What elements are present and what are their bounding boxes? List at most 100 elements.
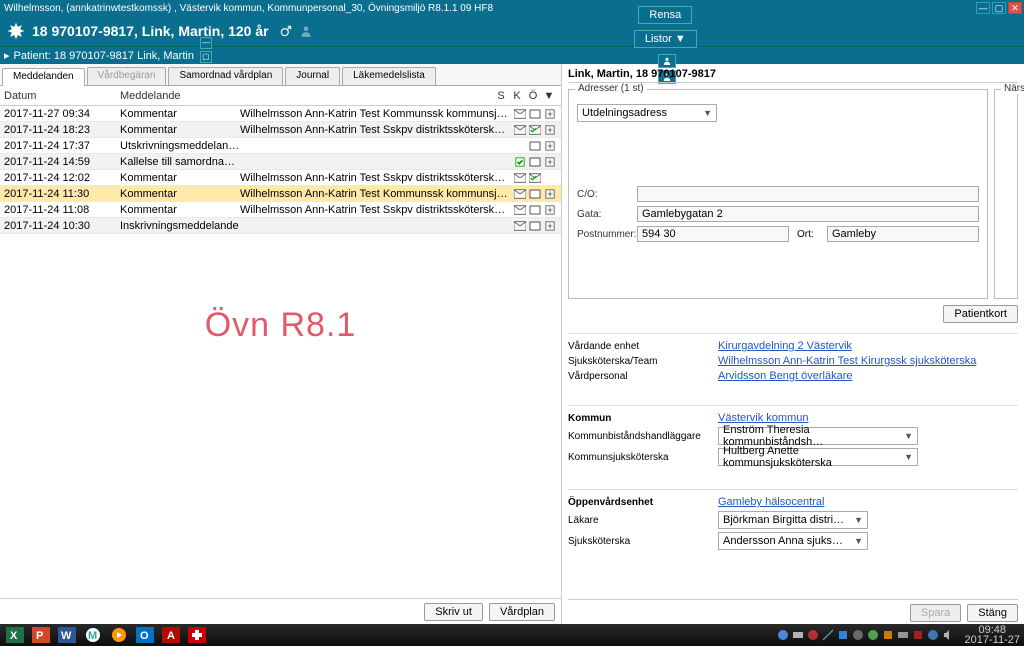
ort-label: Ort: (797, 229, 827, 240)
handlaggare-select[interactable]: Enström Theresia kommunbiståndsh…▼ (718, 427, 918, 445)
th-o[interactable]: Ö (525, 90, 541, 102)
spara-button[interactable]: Spara (910, 604, 961, 622)
table-row[interactable]: 2017-11-24 11:30KommentarWilhelmsson Ann… (0, 186, 561, 202)
envelope-icon (513, 188, 527, 200)
tab-journal[interactable]: Journal (285, 67, 340, 85)
th-meddelande[interactable]: Meddelande (120, 90, 493, 102)
patientkort-button[interactable]: Patientkort (943, 305, 1018, 323)
tray-icon[interactable] (882, 629, 894, 641)
plus-icon[interactable] (543, 108, 557, 120)
vardande-enhet-label: Vårdande enhet (568, 341, 718, 352)
ksjuk-label: Kommunsjuksköterska (568, 452, 718, 463)
envelope-icon (513, 172, 527, 184)
plus-icon[interactable] (543, 124, 557, 136)
row-date: 2017-11-24 18:23 (4, 124, 120, 136)
patient-arrow-icon[interactable]: ▸ (4, 49, 10, 62)
th-sort-icon[interactable]: ▼ (541, 90, 557, 102)
team-link[interactable]: Wilhelmsson Ann-Katrin Test Kirurgssk sj… (718, 355, 976, 367)
ort-input[interactable] (827, 226, 979, 242)
plus-icon[interactable] (543, 204, 557, 216)
tray-icon[interactable] (897, 629, 909, 641)
tray-icon[interactable] (807, 629, 819, 641)
subbar-max-button[interactable]: ▢ (200, 51, 212, 63)
tab-lakemedel[interactable]: Läkemedelslista (342, 67, 436, 85)
table-row[interactable]: 2017-11-27 09:34KommentarWilhelmsson Ann… (0, 106, 561, 122)
blank-icon[interactable] (543, 172, 557, 184)
plus-icon[interactable] (543, 220, 557, 232)
plus-icon[interactable] (543, 188, 557, 200)
ksjuk-select[interactable]: Hultberg Anette kommunsjuksköterska▼ (718, 448, 918, 466)
tray-icon[interactable] (912, 629, 924, 641)
sjuk-select[interactable]: Andersson Anna sjuks…▼ (718, 532, 868, 550)
co-label: C/O: (577, 189, 637, 200)
table-row[interactable]: 2017-11-24 14:59Kallelse till samordnad … (0, 154, 561, 170)
right-footer: Spara Stäng (568, 599, 1018, 622)
vardande-enhet-link[interactable]: Kirurgavdelning 2 Västervik (718, 340, 852, 352)
vardpersonal-link[interactable]: Arvidsson Bengt överläkare (718, 370, 853, 382)
postnummer-input[interactable] (637, 226, 789, 242)
patient-subbar: ▸ Patient: 18 970107-9817 Link, Martin —… (0, 46, 1024, 64)
taskbar-medical-icon[interactable] (186, 626, 208, 644)
tabs: Meddelanden Vårdbegäran Samordnad vårdpl… (0, 64, 561, 86)
lakare-select[interactable]: Björkman Birgitta distri…▼ (718, 511, 868, 529)
patient-title: Link, Martin, 18 970107-9817 (568, 68, 1018, 83)
address-type-value: Utdelningsadress (582, 107, 667, 119)
handlaggare-label: Kommunbiståndshandläggare (568, 431, 718, 442)
oppenvard-link[interactable]: Gamleby hälsocentral (718, 496, 824, 508)
svg-text:A: A (167, 630, 175, 642)
tray-icon[interactable] (837, 629, 849, 641)
row-date: 2017-11-24 12:02 (4, 172, 120, 184)
row-sender: Wilhelmsson Ann-Katrin Test Sskpv distri… (240, 124, 512, 136)
vardplan-button[interactable]: Vårdplan (489, 603, 555, 621)
stang-button[interactable]: Stäng (967, 604, 1018, 622)
rensa-button[interactable]: Rensa (638, 6, 692, 24)
tray-icon[interactable] (867, 629, 879, 641)
taskbar-outlook-icon[interactable]: O (134, 626, 156, 644)
tray-volume-icon[interactable] (942, 629, 954, 641)
row-sender: Wilhelmsson Ann-Katrin Test Sskpv distri… (240, 204, 512, 216)
row-date: 2017-11-24 11:08 (4, 204, 120, 216)
co-input[interactable] (637, 186, 979, 202)
taskbar-acrobat-icon[interactable]: A (160, 626, 182, 644)
chevron-down-icon: ▼ (703, 108, 712, 118)
table-row[interactable]: 2017-11-24 17:37Utskrivningsmeddelande (0, 138, 561, 154)
main-area: Meddelanden Vårdbegäran Samordnad vårdpl… (0, 64, 1024, 624)
taskbar-clock[interactable]: 09:48 2017-11-27 (965, 625, 1020, 645)
tray-icon[interactable] (852, 629, 864, 641)
taskbar-app1-icon[interactable]: M (82, 626, 104, 644)
box-icon (528, 108, 542, 120)
tray-icon[interactable] (927, 629, 939, 641)
table-row[interactable]: 2017-11-24 11:08KommentarWilhelmsson Ann… (0, 202, 561, 218)
taskbar-word-icon[interactable]: W (56, 626, 78, 644)
envelope-icon (513, 108, 527, 120)
tab-vardbegaran[interactable]: Vårdbegäran (87, 67, 167, 85)
tab-meddelanden[interactable]: Meddelanden (2, 68, 85, 86)
tray-icon[interactable] (777, 629, 789, 641)
row-date: 2017-11-24 10:30 (4, 220, 120, 232)
table-row[interactable]: 2017-11-24 18:23KommentarWilhelmsson Ann… (0, 122, 561, 138)
table-row[interactable]: 2017-11-24 12:02KommentarWilhelmsson Ann… (0, 170, 561, 186)
subbar-min-button[interactable]: — (200, 37, 212, 49)
th-s[interactable]: S (493, 90, 509, 102)
taskbar-excel-icon[interactable]: X (4, 626, 26, 644)
lakare-label: Läkare (568, 515, 718, 526)
address-type-select[interactable]: Utdelningsadress ▼ (577, 104, 717, 122)
row-sender: Wilhelmsson Ann-Katrin Test Sskpv distri… (240, 172, 512, 184)
watermark-text: Övn R8.1 (0, 306, 561, 345)
taskbar-powerpoint-icon[interactable]: P (30, 626, 52, 644)
th-datum[interactable]: Datum (4, 90, 120, 102)
tray-icon[interactable] (822, 629, 834, 641)
skrivut-button[interactable]: Skriv ut (424, 603, 483, 621)
kommun-link[interactable]: Västervik kommun (718, 412, 808, 424)
gata-input[interactable] (637, 206, 979, 222)
plus-icon[interactable] (543, 156, 557, 168)
taskbar: X P W M O A 09:48 2017-11-27 (0, 624, 1024, 646)
plus-icon[interactable] (543, 140, 557, 152)
tray-icon[interactable] (792, 629, 804, 641)
post-label: Postnummer: (577, 229, 637, 240)
table-row[interactable]: 2017-11-24 10:30Inskrivningsmeddelande (0, 218, 561, 234)
tab-samordnad[interactable]: Samordnad vårdplan (168, 67, 283, 85)
th-k[interactable]: K (509, 90, 525, 102)
envelope-icon (513, 204, 527, 216)
taskbar-media-icon[interactable] (108, 626, 130, 644)
